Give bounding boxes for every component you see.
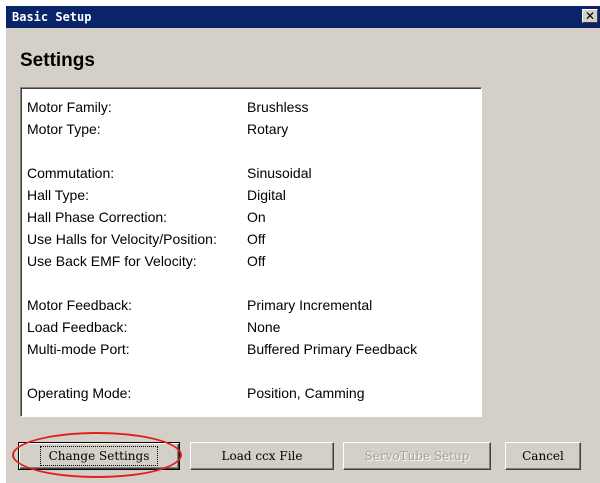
setting-label: Multi-mode Port:: [27, 341, 130, 357]
highlight-ellipse: [12, 432, 182, 478]
setting-value: Off: [247, 253, 266, 269]
setting-value: Off: [247, 231, 266, 247]
close-icon[interactable]: ✕: [582, 9, 598, 23]
setting-label: Load Feedback:: [27, 319, 128, 335]
settings-list: Motor Family: Brushless Motor Type: Rota…: [20, 87, 482, 417]
setting-value: On: [247, 209, 266, 225]
setting-label: Motor Type:: [27, 121, 101, 137]
setting-value: Position, Camming: [247, 385, 365, 401]
servotube-setup-button[interactable]: ServoTube Setup: [343, 442, 491, 470]
setting-value: Primary Incremental: [247, 297, 373, 313]
basic-setup-dialog: Basic Setup ✕ Settings Motor Family: Bru…: [6, 6, 600, 483]
settings-heading: Settings: [20, 50, 95, 71]
window-title: Basic Setup: [12, 10, 92, 24]
setting-label: Use Back EMF for Velocity:: [27, 253, 197, 269]
setting-value: Buffered Primary Feedback: [247, 341, 418, 357]
setting-value: Rotary: [247, 121, 289, 137]
title-bar[interactable]: Basic Setup ✕: [6, 6, 600, 28]
setting-value: None: [247, 319, 281, 335]
setting-label: Commutation:: [27, 165, 115, 181]
setting-label: Operating Mode:: [27, 385, 132, 401]
setting-label: Motor Family:: [27, 99, 112, 115]
load-ccx-file-button[interactable]: Load ccx File: [190, 442, 334, 470]
setting-value: Brushless: [247, 99, 309, 115]
setting-value: Sinusoidal: [247, 165, 312, 181]
setting-label: Hall Type:: [27, 187, 89, 203]
setting-label: Use Halls for Velocity/Position:: [27, 231, 217, 247]
setting-value: Digital: [247, 187, 286, 203]
setting-label: Motor Feedback:: [27, 297, 133, 313]
cancel-button[interactable]: Cancel: [505, 442, 581, 470]
setting-label: Hall Phase Correction:: [27, 209, 168, 225]
